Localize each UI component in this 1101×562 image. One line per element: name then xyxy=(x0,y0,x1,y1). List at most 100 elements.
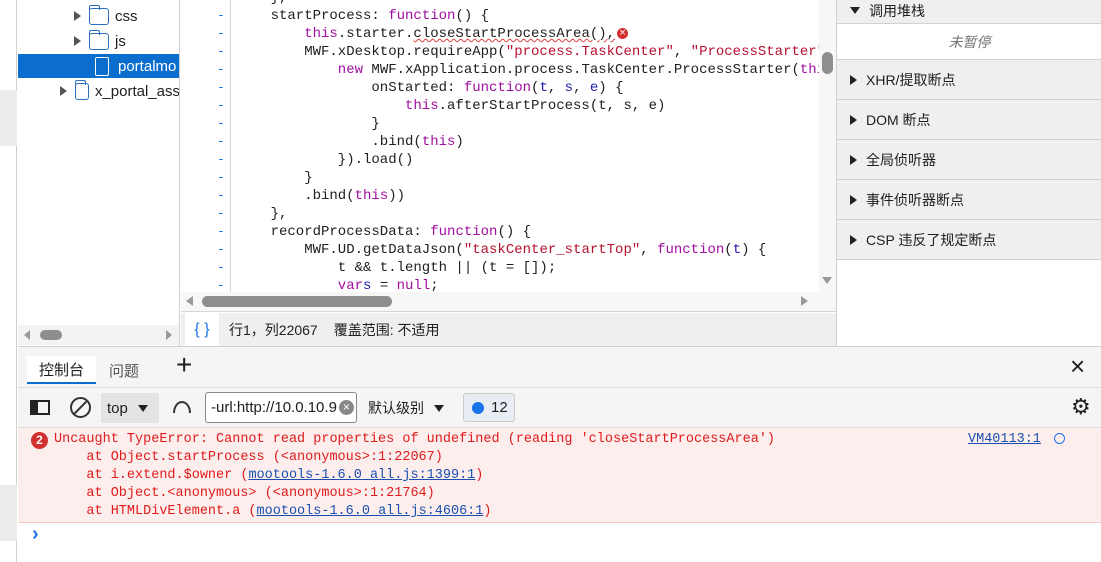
code-line: .bind(this) xyxy=(371,133,463,151)
cursor-position: 行1，列22067 xyxy=(229,321,318,338)
page-block xyxy=(0,90,17,146)
frame-source-link[interactable]: mootools-1.6.0_all.js:1399:1 xyxy=(248,468,475,483)
settings-gear-icon[interactable]: ⚙ xyxy=(1071,396,1091,418)
console-prompt[interactable]: › xyxy=(32,523,39,546)
folder-icon xyxy=(74,79,89,100)
gutter-marker[interactable]: - xyxy=(217,223,225,241)
frame-source-link[interactable]: mootools-1.6.0_all.js:4606:1 xyxy=(257,504,484,519)
code-token: onStarted: xyxy=(371,80,464,96)
error-source-link[interactable]: VM40113:1 xyxy=(968,431,1041,449)
message-count-button[interactable]: 12 xyxy=(463,393,515,422)
frame-text: ) xyxy=(483,504,492,519)
code-token: startProcess: xyxy=(270,8,389,24)
tab-console[interactable]: 控制台 xyxy=(27,356,97,384)
scroll-thumb[interactable] xyxy=(202,296,392,307)
error-count-badge: 2 xyxy=(31,432,48,449)
code-token: , xyxy=(673,44,691,60)
scroll-down-icon[interactable] xyxy=(822,277,832,284)
code-vscrollbar[interactable] xyxy=(819,0,836,292)
gutter-marker[interactable]: - xyxy=(217,97,225,115)
pane-label: XHR/提取断点 xyxy=(866,71,956,88)
code-token: MWF.xApplication.process.TaskCenter.Proc… xyxy=(363,62,800,78)
gutter-marker[interactable]: - xyxy=(217,79,225,97)
clear-filter-icon[interactable]: × xyxy=(339,400,354,415)
code-token: )) xyxy=(388,188,406,204)
error-icon[interactable]: × xyxy=(617,27,629,39)
pane-dom-breakpoints[interactable]: DOM 断点 xyxy=(837,100,1101,140)
code-token: t xyxy=(539,80,548,96)
tree-item-portalmo[interactable]: portalmo xyxy=(18,54,179,78)
gutter-marker[interactable]: - xyxy=(217,151,225,169)
gutter-marker[interactable]: - xyxy=(217,0,225,7)
code-token: () { xyxy=(455,8,490,24)
message-icon xyxy=(472,401,484,414)
live-expression-eye-icon[interactable] xyxy=(173,401,191,413)
scroll-left-icon[interactable] xyxy=(24,330,30,340)
tree-label: css xyxy=(115,7,138,25)
expand-icon[interactable] xyxy=(74,36,81,46)
code-line: MWF.UD.getDataJson("taskCenter_startTop"… xyxy=(304,241,766,259)
filter-input[interactable]: -url:http://10.0.10.9 × xyxy=(205,392,357,423)
gutter-marker[interactable]: - xyxy=(217,7,225,25)
tree-item-x-portal[interactable]: x_portal_ass xyxy=(18,79,180,103)
gutter-marker[interactable]: - xyxy=(217,241,225,259)
code-token: MWF.UD.getDataJson( xyxy=(304,242,464,258)
gutter-marker[interactable]: - xyxy=(217,259,225,277)
close-drawer-button[interactable]: × xyxy=(1070,351,1085,381)
code-token: .starter. xyxy=(337,26,414,42)
code-hscrollbar[interactable] xyxy=(181,292,836,312)
gutter-marker[interactable]: - xyxy=(217,133,225,151)
gutter-marker[interactable]: - xyxy=(217,205,225,223)
sidebar-hscrollbar[interactable] xyxy=(18,325,179,345)
expand-icon[interactable] xyxy=(74,11,81,21)
call-stack-header[interactable]: 调用堆栈 xyxy=(837,0,1101,24)
gutter-marker[interactable]: - xyxy=(217,115,225,133)
expand-icon[interactable] xyxy=(60,86,67,96)
dropdown-icon xyxy=(434,404,444,412)
code-token: ; xyxy=(430,278,439,292)
scroll-right-icon[interactable] xyxy=(801,296,808,306)
file-tree: css js portalmo x_portal_ass xyxy=(18,0,180,346)
sidebar-toggle-icon[interactable] xyxy=(30,400,50,415)
scroll-left-icon[interactable] xyxy=(186,296,193,306)
code-token: this xyxy=(421,134,456,150)
frame-text: at i.extend.$owner ( xyxy=(54,468,249,483)
pane-event-listener-breakpoints[interactable]: 事件侦听器断点 xyxy=(837,180,1101,220)
search-icon[interactable] xyxy=(1054,433,1065,444)
code-line: startProcess: function() { xyxy=(271,7,489,25)
tree-item-css[interactable]: css xyxy=(18,4,179,28)
scroll-thumb[interactable] xyxy=(40,330,62,340)
code-line: new MWF.xApplication.process.TaskCenter.… xyxy=(338,61,825,79)
level-value: 默认级别 xyxy=(368,400,424,416)
code-token: , xyxy=(640,242,658,258)
pane-csp-breakpoints[interactable]: CSP 违反了规定断点 xyxy=(837,220,1101,260)
code-line: MWF.xDesktop.requireApp("process.TaskCen… xyxy=(304,43,825,61)
code-token: function xyxy=(388,8,456,24)
gutter-marker[interactable]: - xyxy=(217,61,225,79)
gutter-marker[interactable]: - xyxy=(217,43,225,61)
code-token: new xyxy=(337,62,364,78)
log-level-select[interactable]: 默认级别 xyxy=(368,393,453,423)
clear-console-icon[interactable] xyxy=(70,397,91,418)
gutter-marker[interactable]: - xyxy=(217,187,225,205)
gutter-marker[interactable]: - xyxy=(217,169,225,187)
code-line: }).load() xyxy=(338,151,414,169)
tree-label: x_portal_ass xyxy=(94,82,180,100)
code-editor[interactable]: ----------------- },startProcess: functi… xyxy=(181,0,836,292)
gutter-marker[interactable]: - xyxy=(217,25,225,43)
tab-issues[interactable]: 问题 xyxy=(109,356,139,384)
error-text: Uncaught TypeError: Cannot read properti… xyxy=(54,432,776,447)
pane-xhr-breakpoints[interactable]: XHR/提取断点 xyxy=(837,60,1101,100)
scroll-thumb[interactable] xyxy=(822,52,833,74)
stack-frame: at HTMLDivElement.a (mootools-1.6.0_all.… xyxy=(54,503,492,521)
editor-statusbar: { } 行1，列22067 覆盖范围: 不适用 xyxy=(181,313,836,346)
add-tab-button[interactable]: + xyxy=(176,349,192,380)
pretty-print-button[interactable]: { } xyxy=(185,313,219,346)
tree-item-js[interactable]: js xyxy=(18,29,179,53)
tree-label: js xyxy=(115,32,126,50)
scroll-right-icon[interactable] xyxy=(166,330,172,340)
context-select[interactable]: top xyxy=(101,393,159,423)
pane-global-listeners[interactable]: 全局侦听器 xyxy=(837,140,1101,180)
gutter-marker[interactable]: - xyxy=(217,277,225,292)
code-token: } xyxy=(304,170,313,186)
